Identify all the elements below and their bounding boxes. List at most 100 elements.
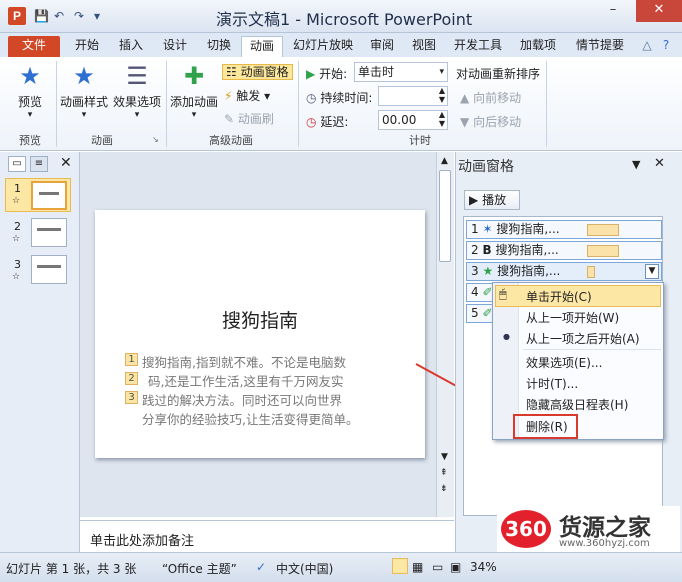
animation-pane-label: 动画窗格 xyxy=(240,65,289,79)
language[interactable]: 中文(中国) xyxy=(276,560,333,577)
start-dropdown[interactable]: 单击时 ▾ xyxy=(354,62,448,82)
animation-pane-button[interactable]: ☷ 动画窗格 xyxy=(222,63,293,80)
scroll-down-icon[interactable]: ▼ xyxy=(441,452,448,462)
slide-number: 1 xyxy=(14,182,21,195)
chevron-down-icon[interactable]: ▼ xyxy=(645,264,659,279)
slides-tab[interactable]: ▭ xyxy=(8,156,26,172)
menu-item-effect-options[interactable]: 效果选项(E)... xyxy=(526,354,602,371)
tab-insert[interactable]: 插入 xyxy=(110,36,152,57)
tab-file[interactable]: 文件 xyxy=(8,36,60,57)
timeline-bar[interactable] xyxy=(587,266,595,278)
tab-transitions[interactable]: 切换 xyxy=(198,36,240,57)
add-animation-button[interactable]: ✚ 添加动画 ▾ xyxy=(168,63,220,120)
menu-item-with-previous[interactable]: 从上一项开始(W) xyxy=(526,309,619,326)
slide-canvas[interactable]: 搜狗指南 1 搜狗指南,指到就不难。不论是电脑数 2 码,还是工作生活,这里有千… xyxy=(95,210,425,458)
animation-order-marker[interactable]: 2 xyxy=(125,372,138,385)
tab-developer[interactable]: 开发工具 xyxy=(446,36,510,57)
slide-title[interactable]: 搜狗指南 xyxy=(95,306,425,333)
previous-slide-icon[interactable]: ⇞ xyxy=(440,468,448,478)
close-icon[interactable]: ✕ xyxy=(654,156,665,171)
reading-view-icon[interactable]: ▭ xyxy=(432,560,443,574)
menu-item-on-click[interactable]: 单击开始(C) xyxy=(526,288,592,305)
slide-sorter-icon[interactable]: ▦ xyxy=(412,560,423,574)
vertical-scrollbar[interactable]: ▲ ▼ ⇞ ⇟ xyxy=(436,152,454,517)
slideshow-icon[interactable]: ▣ xyxy=(450,560,461,574)
notes-placeholder: 单击此处添加备注 xyxy=(90,534,195,549)
move-earlier-button[interactable]: ▲ 向前移动 xyxy=(460,89,521,106)
tab-storyboard[interactable]: 情节提要 xyxy=(568,36,632,57)
normal-view-icon[interactable] xyxy=(392,558,408,574)
add-star-icon: ✚ xyxy=(183,62,205,90)
watermark: 360 货源之家 www.360hyzj.com xyxy=(497,506,680,552)
dialog-launcher-icon[interactable]: ↘ xyxy=(152,135,159,144)
slide-number: 3 xyxy=(14,258,21,271)
slide-body-line: 码,还是工作生活,这里有千万网友实 xyxy=(148,374,344,389)
tab-addins[interactable]: 加载项 xyxy=(512,36,564,57)
add-animation-label: 添加动画 xyxy=(169,95,218,109)
spellcheck-icon[interactable]: ✓ xyxy=(256,560,266,574)
duration-input[interactable]: ▲ ▼ xyxy=(378,86,448,106)
animation-effect-icon: ✶ xyxy=(482,222,493,236)
slide-thumbnail-2[interactable] xyxy=(31,218,67,247)
animation-order-marker[interactable]: 3 xyxy=(125,391,138,404)
move-later-button[interactable]: ▼ 向后移动 xyxy=(460,113,521,130)
outline-tab[interactable]: ≡ xyxy=(30,156,48,172)
divider xyxy=(166,61,167,147)
slide-thumbnail-3[interactable] xyxy=(31,255,67,284)
effect-options-label: 效果选项 xyxy=(112,95,161,109)
theme-name[interactable]: “Office 主题” xyxy=(162,560,237,577)
zoom-level[interactable]: 34% xyxy=(470,560,497,574)
animation-painter-button[interactable]: ✎ 动画刷 xyxy=(224,110,274,127)
delete-highlight-box xyxy=(513,414,578,439)
tab-slideshow[interactable]: 幻灯片放映 xyxy=(286,36,360,57)
powerpoint-app-icon[interactable]: P xyxy=(8,7,26,25)
spinner-icon[interactable]: ▲ ▼ xyxy=(439,110,445,128)
minimize-button[interactable]: – xyxy=(596,0,630,22)
tab-home[interactable]: 开始 xyxy=(66,36,108,57)
trigger-label: 触发 xyxy=(236,89,261,103)
next-slide-icon[interactable]: ⇟ xyxy=(440,484,448,494)
animation-item[interactable]: 2 B 搜狗指南,... xyxy=(466,241,662,260)
delay-input[interactable]: 00.00 ▲ ▼ xyxy=(378,110,448,130)
scroll-thumb[interactable] xyxy=(439,170,451,262)
close-panel-icon[interactable]: ✕ xyxy=(60,155,72,171)
delay-value: 00.00 xyxy=(382,113,417,127)
save-icon[interactable]: 💾 xyxy=(34,9,49,23)
chevron-down-icon: ▾ xyxy=(134,110,140,120)
divider xyxy=(546,61,547,147)
play-icon: ▶ xyxy=(306,67,316,81)
animation-item-selected[interactable]: 3 ★ 搜狗指南,... ▼ xyxy=(466,262,662,281)
preview-button[interactable]: ★ 预览 ▾ xyxy=(8,63,52,120)
undo-icon[interactable]: ↶ xyxy=(54,9,64,23)
timeline-bar[interactable] xyxy=(587,245,619,257)
duration-label: ◷ 持续时间: xyxy=(306,91,373,105)
animation-order-marker[interactable]: 1 xyxy=(125,353,138,366)
menu-item-timing[interactable]: 计时(T)... xyxy=(526,375,578,392)
spinner-icon[interactable]: ▲ ▼ xyxy=(439,86,445,104)
tab-view[interactable]: 视图 xyxy=(404,36,444,57)
effect-options-button[interactable]: ☰ 效果选项 ▾ xyxy=(112,63,162,120)
slide-number: 2 xyxy=(14,220,21,233)
play-icon: ▶ xyxy=(469,193,479,207)
close-button[interactable]: ✕ xyxy=(636,0,682,22)
animation-item[interactable]: 1 ✶ 搜狗指南,... xyxy=(466,220,662,239)
animation-effect-icon: B xyxy=(482,243,492,257)
tab-review[interactable]: 审阅 xyxy=(362,36,402,57)
help-icon[interactable]: ? xyxy=(658,36,674,57)
notes-pane[interactable]: 单击此处添加备注 xyxy=(80,520,454,552)
animation-styles-button[interactable]: ★ 动画样式 ▾ xyxy=(60,63,108,120)
scroll-up-icon[interactable]: ▲ xyxy=(441,156,448,166)
customize-qat-icon[interactable]: ▾ xyxy=(94,9,100,23)
tab-design[interactable]: 设计 xyxy=(154,36,196,57)
timeline-bar[interactable] xyxy=(587,224,619,236)
menu-item-after-previous[interactable]: 从上一项之后开始(A) xyxy=(526,330,640,347)
menu-item-hide-timeline[interactable]: 隐藏高级日程表(H) xyxy=(526,396,628,413)
pane-menu-icon[interactable]: ▼ xyxy=(632,158,640,171)
redo-icon[interactable]: ↷ xyxy=(74,9,84,23)
collapse-ribbon-icon[interactable]: △ xyxy=(640,36,654,57)
trigger-button[interactable]: ⚡ 触发 ▾ xyxy=(224,87,270,104)
tab-animations[interactable]: 动画 xyxy=(241,36,283,57)
play-button[interactable]: ▶ 播放 xyxy=(464,190,520,210)
slide-thumbnail-1[interactable] xyxy=(31,181,67,210)
preview-label: 预览 xyxy=(17,95,42,109)
